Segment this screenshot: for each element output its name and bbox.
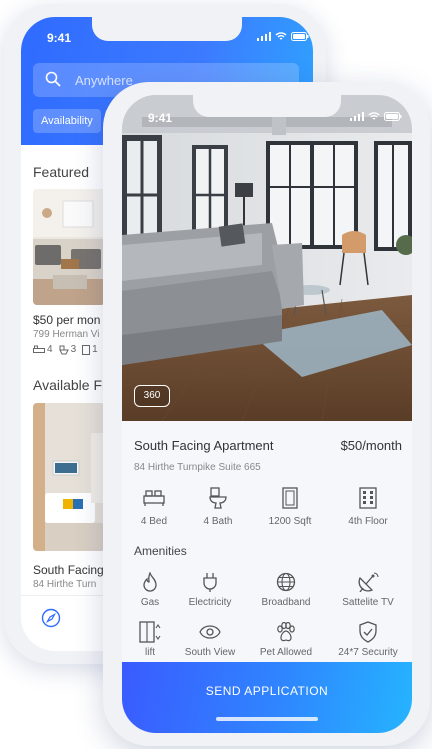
front-phone-frame: 9:41 360 South Facing Apartment $50/mont…: [103, 82, 430, 746]
amenity-satellite-label: Sattelite TV: [342, 597, 394, 608]
compass-icon[interactable]: [41, 608, 61, 628]
amenity-south-view: South View: [172, 619, 248, 658]
paw-icon: [277, 622, 295, 642]
satellite-icon: [358, 572, 379, 592]
listing-price: $50/month: [340, 438, 402, 453]
globe-icon: [276, 572, 296, 592]
view-360-label: 360: [143, 390, 161, 401]
feature-beds: 4 Bed: [122, 485, 186, 527]
amenities-title: Amenities: [134, 544, 187, 558]
featured-extra: 1: [92, 344, 98, 355]
flame-icon: [143, 572, 157, 592]
featured-baths: 3: [70, 344, 77, 355]
wifi-icon: [275, 32, 287, 40]
amenity-pet-allowed: Pet Allowed: [248, 619, 324, 658]
toilet-icon: [209, 487, 227, 509]
feature-floor-label: 4th Floor: [348, 516, 388, 527]
amenity-satellite: Sattelite TV: [330, 569, 406, 608]
signal-icon: [350, 112, 364, 121]
amenity-electricity-label: Electricity: [188, 597, 232, 608]
filter-chip-availability[interactable]: Availability: [33, 109, 101, 133]
feature-area: 1200 Sqft: [258, 485, 322, 527]
available-listing-image[interactable]: [33, 403, 105, 551]
available-listing-address: 84 Hirthe Turn: [33, 579, 97, 590]
search-icon: [45, 71, 61, 87]
wifi-icon: [368, 112, 380, 120]
send-application-button[interactable]: SEND APPLICATION: [122, 662, 412, 733]
listing-title: South Facing Apartment: [134, 438, 274, 453]
amenity-security: 24*7 Security: [330, 619, 406, 658]
amenity-broadband: Broadband: [248, 569, 324, 608]
status-icons: [257, 32, 309, 41]
available-listing-title: South Facing: [33, 563, 104, 577]
plug-icon: [203, 573, 217, 592]
listing-hero-image[interactable]: [122, 95, 412, 421]
view-360-button[interactable]: 360: [134, 385, 170, 407]
shield-icon: [359, 621, 377, 643]
building-icon: [359, 487, 377, 509]
amenity-broadband-label: Broadband: [261, 597, 311, 608]
amenity-security-label: 24*7 Security: [338, 647, 398, 658]
featured-listing-address: 799 Herman Vi: [33, 329, 100, 340]
feature-beds-label: 4 Bed: [140, 516, 168, 527]
listing-address: 84 Hirthe Turnpike Suite 665: [134, 462, 261, 473]
featured-section-title: Featured: [33, 164, 90, 180]
feature-area-label: 1200 Sqft: [268, 516, 312, 527]
status-icons: [350, 112, 402, 121]
available-section-title: Available Fr: [33, 377, 107, 393]
phone-notch: [92, 17, 242, 41]
amenity-south-view-label: South View: [184, 647, 236, 658]
home-indicator: [216, 717, 318, 721]
area-icon: [82, 344, 91, 355]
bed-icon: [143, 490, 165, 506]
amenity-electricity: Electricity: [172, 569, 248, 608]
amenity-pet-allowed-label: Pet Allowed: [259, 647, 313, 658]
status-time: 9:41: [47, 31, 72, 45]
feature-baths: 4 Bath: [186, 485, 250, 527]
status-time: 9:41: [148, 111, 173, 125]
featured-listing-meta: 4 3 1: [33, 344, 98, 355]
toilet-icon: [58, 345, 69, 354]
featured-listing-price: $50 per mon: [33, 313, 101, 327]
battery-icon: [384, 112, 402, 121]
featured-listing-image[interactable]: [33, 189, 105, 305]
listing-detail-screen: 9:41 360 South Facing Apartment $50/mont…: [122, 95, 412, 733]
elevator-icon: [139, 621, 161, 643]
battery-icon: [291, 32, 309, 41]
eye-icon: [199, 625, 221, 639]
feature-floor: 4th Floor: [336, 485, 400, 527]
featured-beds: 4: [47, 344, 53, 355]
signal-icon: [257, 32, 271, 41]
area-icon: [282, 487, 298, 509]
bed-icon: [33, 345, 45, 353]
feature-baths-label: 4 Bath: [203, 516, 233, 527]
phone-notch: [193, 95, 341, 117]
